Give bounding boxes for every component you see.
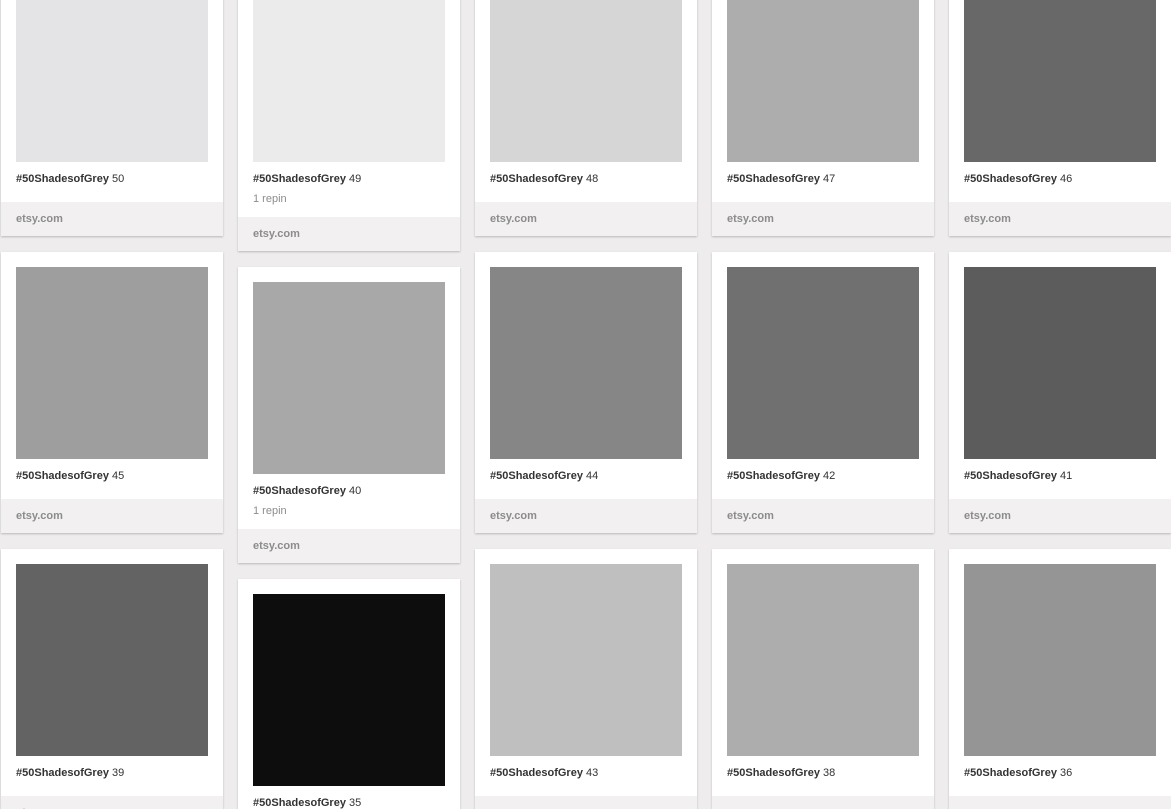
repin-count[interactable]: 1 repin: [253, 505, 287, 518]
pin-image[interactable]: [964, 0, 1156, 162]
pin-image[interactable]: [727, 564, 919, 756]
pin-image[interactable]: [490, 0, 682, 162]
pin-description: #50ShadesofGrey 40: [253, 485, 361, 498]
pin-source-link[interactable]: etsy.com: [712, 202, 934, 236]
pin-description: #50ShadesofGrey 39: [16, 767, 124, 780]
pin-hashtag[interactable]: #50ShadesofGrey: [490, 767, 583, 779]
pin-hashtag[interactable]: #50ShadesofGrey: [16, 470, 109, 482]
pin-description: #50ShadesofGrey 50: [16, 173, 124, 186]
pin-card[interactable]: #50ShadesofGrey 39 etsy.com: [1, 549, 223, 809]
pin-source-link[interactable]: etsy.com: [1, 202, 223, 236]
pin-source-link[interactable]: etsy.com: [1, 499, 223, 533]
pin-number: 43: [586, 767, 599, 779]
pin-card[interactable]: #50ShadesofGrey 36: [949, 549, 1171, 809]
pin-number: 50: [112, 173, 125, 185]
pin-hashtag[interactable]: #50ShadesofGrey: [727, 173, 820, 185]
pin-number: 46: [1060, 173, 1073, 185]
pin-image[interactable]: [16, 267, 208, 459]
pin-image[interactable]: [964, 267, 1156, 459]
pin-description: #50ShadesofGrey 48: [490, 173, 598, 186]
pin-card[interactable]: #50ShadesofGrey 38: [712, 549, 934, 809]
pin-source-link[interactable]: etsy.com: [475, 202, 697, 236]
pin-description: #50ShadesofGrey 45: [16, 470, 124, 483]
pin-description: #50ShadesofGrey 35: [253, 797, 361, 809]
pin-number: 38: [823, 767, 836, 779]
pin-hashtag[interactable]: #50ShadesofGrey: [964, 470, 1057, 482]
pin-image[interactable]: [253, 282, 445, 474]
pin-image[interactable]: [490, 267, 682, 459]
pin-source-link[interactable]: [949, 796, 1171, 809]
pin-card[interactable]: #50ShadesofGrey 41 etsy.com: [949, 252, 1171, 533]
pin-source-link[interactable]: etsy.com: [238, 529, 460, 563]
pin-number: 36: [1060, 767, 1073, 779]
pin-description: #50ShadesofGrey 47: [727, 173, 835, 186]
pin-image[interactable]: [253, 0, 445, 162]
pin-image[interactable]: [727, 267, 919, 459]
pin-card[interactable]: #50ShadesofGrey 49 1 repin etsy.com: [238, 0, 460, 251]
pin-card[interactable]: #50ShadesofGrey 48 etsy.com: [475, 0, 697, 236]
pin-card[interactable]: #50ShadesofGrey 35: [238, 579, 460, 809]
pin-board: #50ShadesofGrey 50 etsy.com #50ShadesofG…: [0, 0, 1171, 809]
pin-hashtag[interactable]: #50ShadesofGrey: [16, 173, 109, 185]
pin-hashtag[interactable]: #50ShadesofGrey: [253, 173, 346, 185]
pin-hashtag[interactable]: #50ShadesofGrey: [964, 173, 1057, 185]
pin-image[interactable]: [16, 564, 208, 756]
pin-hashtag[interactable]: #50ShadesofGrey: [253, 797, 346, 809]
pin-number: 47: [823, 173, 836, 185]
pin-card[interactable]: #50ShadesofGrey 45 etsy.com: [1, 252, 223, 533]
pin-description: #50ShadesofGrey 43: [490, 767, 598, 780]
pin-source-link[interactable]: etsy.com: [238, 217, 460, 251]
pin-source-link[interactable]: etsy.com: [949, 202, 1171, 236]
pin-description: #50ShadesofGrey 36: [964, 767, 1072, 780]
pin-number: 49: [349, 173, 362, 185]
pin-description: #50ShadesofGrey 44: [490, 470, 598, 483]
pin-hashtag[interactable]: #50ShadesofGrey: [490, 173, 583, 185]
pin-source-link[interactable]: etsy.com: [949, 499, 1171, 533]
pin-description: #50ShadesofGrey 49: [253, 173, 361, 186]
pin-number: 40: [349, 485, 362, 497]
pin-image[interactable]: [964, 564, 1156, 756]
pin-hashtag[interactable]: #50ShadesofGrey: [964, 767, 1057, 779]
pin-source-link[interactable]: [712, 796, 934, 809]
pin-number: 45: [112, 470, 125, 482]
pin-description: #50ShadesofGrey 41: [964, 470, 1072, 483]
pin-source-link[interactable]: [475, 796, 697, 809]
pin-hashtag[interactable]: #50ShadesofGrey: [16, 767, 109, 779]
pin-description: #50ShadesofGrey 42: [727, 470, 835, 483]
pin-hashtag[interactable]: #50ShadesofGrey: [727, 470, 820, 482]
pin-number: 35: [349, 797, 362, 809]
pin-card[interactable]: #50ShadesofGrey 46 etsy.com: [949, 0, 1171, 236]
pin-card[interactable]: #50ShadesofGrey 47 etsy.com: [712, 0, 934, 236]
pin-number: 48: [586, 173, 599, 185]
pin-number: 39: [112, 767, 125, 779]
pin-description: #50ShadesofGrey 46: [964, 173, 1072, 186]
pin-image[interactable]: [253, 594, 445, 786]
pin-hashtag[interactable]: #50ShadesofGrey: [490, 470, 583, 482]
repin-count[interactable]: 1 repin: [253, 193, 287, 206]
pin-image[interactable]: [727, 0, 919, 162]
pin-card[interactable]: #50ShadesofGrey 42 etsy.com: [712, 252, 934, 533]
pin-hashtag[interactable]: #50ShadesofGrey: [727, 767, 820, 779]
pin-number: 44: [586, 470, 599, 482]
pin-card[interactable]: #50ShadesofGrey 44 etsy.com: [475, 252, 697, 533]
pin-image[interactable]: [16, 0, 208, 162]
pin-description: #50ShadesofGrey 38: [727, 767, 835, 780]
pin-source-link[interactable]: etsy.com: [712, 499, 934, 533]
pin-card[interactable]: #50ShadesofGrey 40 1 repin etsy.com: [238, 267, 460, 563]
pin-number: 41: [1060, 470, 1073, 482]
pin-card[interactable]: #50ShadesofGrey 43: [475, 549, 697, 809]
pin-image[interactable]: [490, 564, 682, 756]
pin-hashtag[interactable]: #50ShadesofGrey: [253, 485, 346, 497]
pin-card[interactable]: #50ShadesofGrey 50 etsy.com: [1, 0, 223, 236]
pin-source-link[interactable]: etsy.com: [1, 796, 223, 809]
pin-number: 42: [823, 470, 836, 482]
pin-source-link[interactable]: etsy.com: [475, 499, 697, 533]
